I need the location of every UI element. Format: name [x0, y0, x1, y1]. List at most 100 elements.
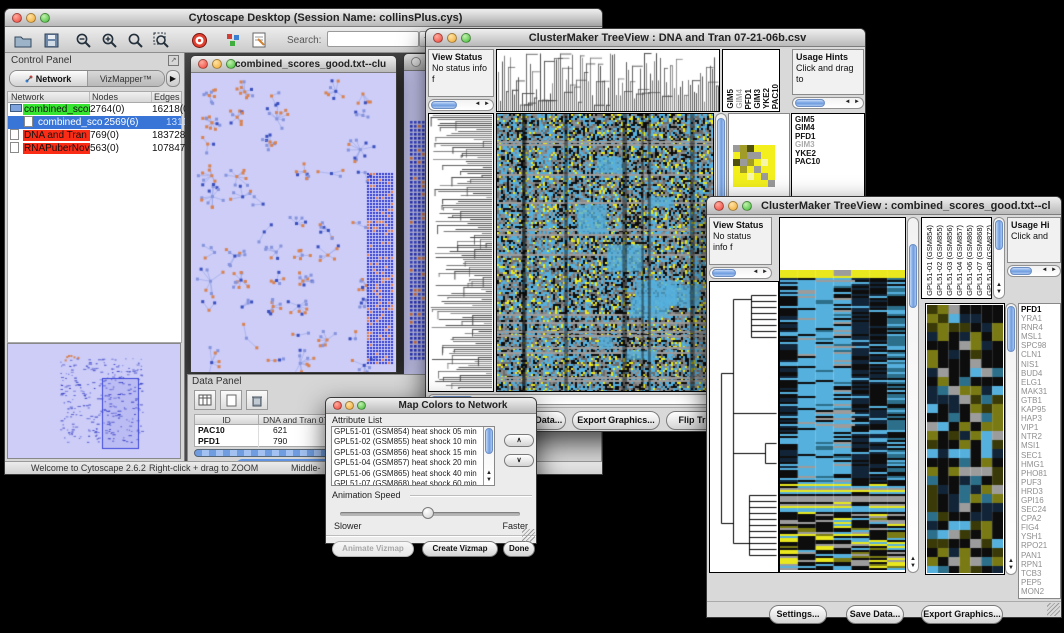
- open-session-icon[interactable]: [11, 29, 35, 51]
- scrollbar-thumb[interactable]: [795, 99, 825, 107]
- gene-label[interactable]: PEP5: [1021, 578, 1060, 587]
- trash-icon[interactable]: [246, 390, 268, 410]
- gene-label[interactable]: HAP3: [1021, 414, 1060, 423]
- heatmap-view[interactable]: [496, 113, 714, 392]
- gene-label[interactable]: PHO81: [1021, 469, 1060, 478]
- scrollbar-thumb[interactable]: [485, 428, 493, 454]
- summary-heatmap[interactable]: [733, 145, 775, 187]
- close-button[interactable]: [411, 57, 421, 67]
- export-graphics-button[interactable]: Export Graphics...: [572, 411, 660, 430]
- gene-label[interactable]: FIG4: [1021, 523, 1060, 532]
- help-ring-icon[interactable]: [187, 29, 211, 51]
- zoom-in-icon[interactable]: [97, 29, 121, 51]
- gene-label[interactable]: YSH1: [1021, 532, 1060, 541]
- birdseye-view[interactable]: [7, 343, 181, 459]
- zoom-fit-icon[interactable]: [123, 29, 147, 51]
- attribute-item[interactable]: GPL51-07 (GSM868) heat shock 60 min: [332, 479, 483, 485]
- zoom-button[interactable]: [461, 33, 471, 43]
- usage-scrollbar[interactable]: ◄ ►: [1007, 265, 1061, 277]
- scrollbar-thumb[interactable]: [1010, 267, 1032, 275]
- attribute-item[interactable]: GPL51-03 (GSM856) heat shock 15 min: [332, 448, 483, 458]
- zoom-out-icon[interactable]: [71, 29, 95, 51]
- attribute-item[interactable]: GPL51-02 (GSM855) heat shock 10 min: [332, 437, 483, 447]
- gene-label[interactable]: GTB1: [1021, 396, 1060, 405]
- treeview2-titlebar[interactable]: ClusterMaker TreeView : combined_scores_…: [707, 197, 1061, 215]
- attribute-item[interactable]: GPL51-06 (GSM865) heat shock 40 min: [332, 469, 483, 479]
- gene-label[interactable]: YRA1: [1021, 314, 1060, 323]
- gene-label[interactable]: GPI16: [1021, 496, 1060, 505]
- row-dendrogram[interactable]: [428, 113, 494, 392]
- zoom-vscrollbar[interactable]: ▲▼: [1005, 303, 1017, 575]
- close-button[interactable]: [714, 201, 724, 211]
- scrollbar-thumb[interactable]: [909, 244, 917, 308]
- scrollbar-thumb[interactable]: [431, 101, 457, 109]
- zoom-selected-icon[interactable]: [149, 29, 173, 51]
- minimize-button[interactable]: [212, 59, 222, 69]
- minimize-button[interactable]: [447, 33, 457, 43]
- gene-label[interactable]: SEC1: [1021, 451, 1060, 460]
- create-vizmap-button[interactable]: Create Vizmap: [422, 541, 498, 557]
- export-graphics-button[interactable]: Export Graphics...: [921, 605, 1003, 624]
- float-panel-icon[interactable]: ↗: [168, 55, 179, 66]
- gene-label[interactable]: PFD1: [1021, 305, 1060, 314]
- gene-label[interactable]: RPN1: [1021, 560, 1060, 569]
- gene-label[interactable]: SEC24: [1021, 505, 1060, 514]
- close-button[interactable]: [333, 401, 342, 410]
- column-labels-scrollbar[interactable]: ▲▼: [993, 217, 1005, 299]
- scrollbar-thumb[interactable]: [712, 269, 736, 277]
- gene-label[interactable]: PAN1: [1021, 551, 1060, 560]
- matrix-row-label[interactable]: PAC10: [795, 158, 864, 166]
- gene-label[interactable]: MSI1: [1021, 441, 1060, 450]
- main-titlebar[interactable]: Cytoscape Desktop (Session Name: collins…: [5, 9, 602, 27]
- network-tree-row[interactable]: DNA and Tran 07769(0)183728(0): [8, 129, 181, 142]
- scrollbar-thumb[interactable]: [1007, 306, 1015, 352]
- minimize-button[interactable]: [26, 13, 36, 23]
- tab-overflow-button[interactable]: ▶: [166, 70, 180, 87]
- gene-label[interactable]: PUF3: [1021, 478, 1060, 487]
- gene-label[interactable]: MSL1: [1021, 332, 1060, 341]
- gene-label[interactable]: RNR4: [1021, 323, 1060, 332]
- zoom-heatmap[interactable]: [925, 303, 1005, 575]
- save-data-button[interactable]: Save Data...: [846, 605, 904, 624]
- close-button[interactable]: [433, 33, 443, 43]
- gene-label[interactable]: NIS1: [1021, 360, 1060, 369]
- search-input[interactable]: [327, 31, 419, 47]
- tab-network[interactable]: Network: [10, 71, 88, 86]
- status-scrollbar[interactable]: ◄ ►: [709, 267, 772, 279]
- gene-label[interactable]: TCB3: [1021, 569, 1060, 578]
- gene-label[interactable]: HRD3: [1021, 487, 1060, 496]
- network-tree-row[interactable]: combined_scores_2764(0)16218(0): [8, 103, 181, 116]
- gene-label[interactable]: BUD4: [1021, 369, 1060, 378]
- save-session-icon[interactable]: [39, 29, 63, 51]
- column-dendrogram[interactable]: [496, 49, 720, 112]
- table-icon[interactable]: [194, 390, 216, 410]
- done-button[interactable]: Done: [503, 541, 535, 557]
- treeview1-titlebar[interactable]: ClusterMaker TreeView : DNA and Tran 07-…: [426, 29, 865, 47]
- speed-slider-thumb[interactable]: [422, 507, 434, 519]
- annotation-icon[interactable]: [247, 29, 271, 51]
- network-canvas[interactable]: [191, 73, 396, 372]
- gene-label[interactable]: CPA2: [1021, 514, 1060, 523]
- scrollbar-thumb[interactable]: [995, 220, 1003, 250]
- settings-button[interactable]: Settings...: [769, 605, 827, 624]
- gene-label[interactable]: VIP1: [1021, 423, 1060, 432]
- new-file-icon[interactable]: [220, 390, 242, 410]
- gene-label[interactable]: HMG1: [1021, 460, 1060, 469]
- status-scrollbar[interactable]: ◄ ►: [428, 99, 494, 111]
- global-vscrollbar[interactable]: ▲▼: [907, 217, 919, 573]
- network-tree-row[interactable]: combined_sco2569(6)13112(15): [8, 116, 181, 129]
- global-heatmap-panel[interactable]: [779, 217, 906, 573]
- node-attribute-browser-tab[interactable]: Node Attribute Brows: [236, 459, 334, 461]
- minimize-button[interactable]: [345, 401, 354, 410]
- resize-grip[interactable]: [1047, 603, 1060, 616]
- network-view-titlebar[interactable]: combined_scores_good.txt--cluste...: [191, 56, 396, 73]
- animate-vizmap-button[interactable]: Animate Vizmap: [332, 541, 414, 557]
- attribute-list-scrollbar[interactable]: ▲▼: [483, 427, 494, 485]
- network-tree-row[interactable]: RNAPuberNov2+|563(0)107847(0): [8, 142, 181, 155]
- gene-label[interactable]: ELG1: [1021, 378, 1060, 387]
- gene-label[interactable]: RPO21: [1021, 541, 1060, 550]
- vizmapper-icon[interactable]: [221, 29, 245, 51]
- minimize-button[interactable]: [728, 201, 738, 211]
- attribute-item[interactable]: GPL51-01 (GSM854) heat shock 05 min: [332, 427, 483, 437]
- tab-vizmapper[interactable]: VizMapper™: [88, 71, 165, 86]
